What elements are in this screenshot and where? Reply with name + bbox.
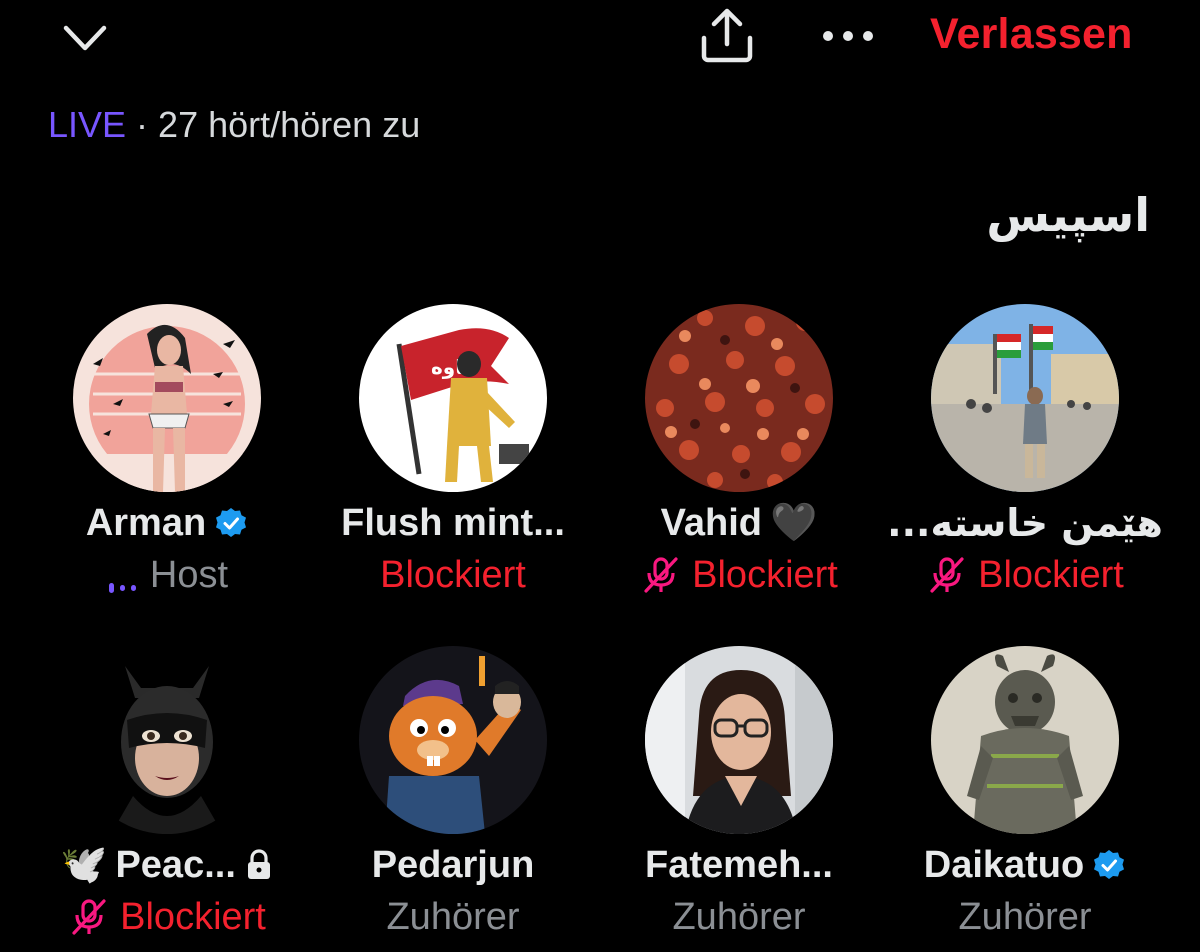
black-heart-icon: 🖤 bbox=[770, 502, 818, 544]
name-row: Daikatuo bbox=[882, 840, 1168, 890]
name-row: Vahid 🖤 bbox=[596, 498, 882, 548]
dove-icon: 🕊️ bbox=[60, 844, 108, 886]
participant-status: Blockiert bbox=[380, 553, 526, 596]
live-separator: · bbox=[126, 104, 159, 145]
listener-count: 27 hört/hören zu bbox=[158, 104, 421, 145]
participant-name: هێمن خاستە... bbox=[887, 501, 1163, 545]
more-dots-icon[interactable] bbox=[816, 22, 880, 50]
name-row: هێمن خاستە... bbox=[882, 498, 1168, 548]
participant-fatemeh[interactable]: Fatemeh... Zuhörer bbox=[596, 646, 882, 946]
participant-status: Zuhörer bbox=[672, 895, 806, 938]
name-row: Flush mint... bbox=[310, 498, 596, 548]
status-row: Blockiert bbox=[24, 892, 310, 942]
name-row: Arman bbox=[24, 498, 310, 548]
status-row: Blockiert bbox=[882, 550, 1168, 600]
space-header: Verlassen bbox=[0, 0, 1200, 80]
participant-flush-mint[interactable]: کاوه Flush mint... Blockiert bbox=[310, 304, 596, 604]
avatar[interactable] bbox=[645, 304, 833, 492]
mic-muted-icon bbox=[926, 555, 968, 595]
participant-name: Fatemeh... bbox=[645, 843, 833, 886]
status-row: Zuhörer bbox=[882, 892, 1168, 942]
participant-status: Blockiert bbox=[120, 895, 266, 938]
participant-hemin[interactable]: هێمن خاستە... Blockiert bbox=[882, 304, 1168, 604]
name-row: Pedarjun bbox=[310, 840, 596, 890]
status-row: Zuhörer bbox=[310, 892, 596, 942]
avatar[interactable] bbox=[359, 646, 547, 834]
participant-status: Zuhörer bbox=[386, 895, 520, 938]
participant-name: Peac... bbox=[115, 843, 236, 886]
share-icon[interactable] bbox=[694, 4, 760, 68]
name-row: 🕊️ Peac... bbox=[24, 840, 310, 890]
participant-name: Arman bbox=[85, 501, 207, 544]
avatar[interactable] bbox=[645, 646, 833, 834]
participant-status: Zuhörer bbox=[958, 895, 1092, 938]
participant-pedarjun[interactable]: Pedarjun Zuhörer bbox=[310, 646, 596, 946]
live-status: LIVE · 27 hört/hören zu bbox=[48, 104, 420, 146]
participant-name: Vahid bbox=[660, 501, 763, 544]
participant-status: Host bbox=[149, 553, 229, 596]
avatar[interactable] bbox=[73, 646, 261, 834]
mic-muted-icon bbox=[68, 897, 110, 937]
status-row: Blockiert bbox=[596, 550, 882, 600]
status-row: Host bbox=[24, 550, 310, 600]
status-row: Zuhörer bbox=[596, 892, 882, 942]
participant-daikatuo[interactable]: Daikatuo Zuhörer bbox=[882, 646, 1168, 946]
avatar[interactable] bbox=[73, 304, 261, 492]
participant-status: Blockiert bbox=[692, 553, 838, 596]
status-row: Blockiert bbox=[310, 550, 596, 600]
verified-badge-icon bbox=[214, 506, 248, 540]
participant-name: Daikatuo bbox=[923, 843, 1085, 886]
participant-status: Blockiert bbox=[978, 553, 1124, 596]
avatar[interactable] bbox=[931, 304, 1119, 492]
participant-arman[interactable]: Arman Host bbox=[24, 304, 310, 604]
name-row: Fatemeh... bbox=[596, 840, 882, 890]
lock-icon bbox=[244, 848, 274, 882]
participant-name: Flush mint... bbox=[341, 501, 565, 544]
space-title: اسپیس bbox=[986, 188, 1150, 242]
leave-button[interactable]: Verlassen bbox=[930, 10, 1133, 59]
verified-badge-icon bbox=[1092, 848, 1126, 882]
participant-name: Pedarjun bbox=[371, 843, 535, 886]
chevron-down-icon[interactable] bbox=[60, 18, 110, 58]
avatar[interactable] bbox=[931, 646, 1119, 834]
space-panel: Verlassen LIVE · 27 hört/hören zu اسپیس bbox=[0, 0, 1200, 952]
speaking-wave-icon bbox=[106, 565, 140, 593]
participant-peac[interactable]: 🕊️ Peac... Blockiert bbox=[24, 646, 310, 946]
avatar[interactable]: کاوه bbox=[359, 304, 547, 492]
mic-muted-icon bbox=[640, 555, 682, 595]
participant-vahid[interactable]: Vahid 🖤 Blockiert bbox=[596, 304, 882, 604]
live-badge: LIVE bbox=[48, 104, 127, 145]
